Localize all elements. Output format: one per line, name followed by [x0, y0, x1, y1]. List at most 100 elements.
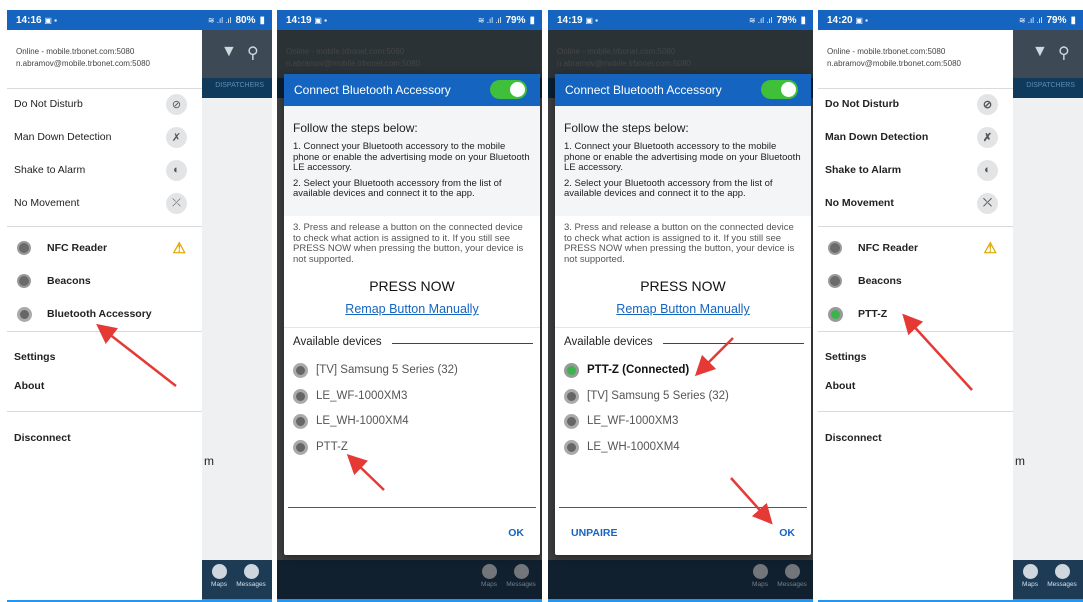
man-down-icon[interactable]: ✗ — [977, 126, 998, 148]
nav-maps[interactable]: Maps — [474, 564, 504, 588]
ok-button[interactable]: OK — [508, 527, 524, 539]
nav-messages[interactable]: Messages — [506, 564, 536, 588]
notification-icons: ▣ ▪ — [855, 15, 868, 25]
menu-about[interactable]: About — [7, 372, 202, 400]
divider — [7, 331, 202, 332]
warning-icon: ⚠ — [172, 240, 186, 257]
nav-maps[interactable]: Maps — [1015, 564, 1045, 588]
maps-icon — [752, 564, 768, 579]
notification-icons: ▣ ▪ — [44, 15, 57, 25]
tab-dispatchers[interactable]: DISPATCHERS — [1026, 82, 1075, 89]
ban-icon[interactable]: ⊘ — [166, 93, 187, 115]
toggle-no-movement[interactable]: No Movement ⤫ — [7, 189, 202, 217]
shake-phone-icon[interactable]: ◐ — [977, 159, 998, 181]
man-down-icon[interactable]: ✗ — [166, 126, 187, 148]
toggle-shake-to-alarm[interactable]: Shake to Alarm ◐ — [7, 156, 202, 184]
account-status: Online - mobile.trbonet.com:5080 — [286, 47, 405, 56]
instructions: Follow the steps below: 1. Connect your … — [284, 106, 540, 216]
toggle-no-movement[interactable]: No Movement ⤫ — [818, 189, 1013, 217]
toggle-do-not-disturb[interactable]: Do Not Disturb ⊘ — [7, 90, 202, 118]
search-icon[interactable]: ⚲ — [247, 43, 259, 63]
instructions: Follow the steps below: 1. Connect your … — [555, 106, 811, 216]
bluetooth-device-icon — [564, 413, 579, 429]
divider — [7, 411, 202, 412]
bluetooth-device-icon — [564, 439, 579, 455]
divider — [7, 226, 202, 227]
status-bar: 14:19 ▣ ▪ ≋ .ıl .ıl 79% ▮ — [548, 10, 813, 30]
signal-icon: ≋ .ıl .ıl — [207, 15, 232, 25]
device-item[interactable]: LE_WH-1000XM4 — [293, 411, 533, 431]
drawer-item-label: PTT-Z — [858, 308, 888, 320]
device-item[interactable]: LE_WH-1000XM4 — [564, 437, 804, 457]
device-item-ptt-z[interactable]: PTT-Z — [293, 437, 533, 457]
unpaire-button[interactable]: UNPAIRE — [571, 527, 617, 539]
connect-bluetooth-dialog: Connect Bluetooth Accessory Follow the s… — [555, 74, 811, 555]
toggle-label: Shake to Alarm — [825, 164, 902, 176]
remap-button-link[interactable]: Remap Button Manually — [284, 302, 540, 316]
drawer-item-nfc-reader[interactable]: NFC Reader ⚠ — [7, 234, 202, 262]
device-item-ptt-z-connected[interactable]: PTT-Z (Connected) — [564, 360, 804, 380]
device-item[interactable]: LE_WF-1000XM3 — [293, 386, 533, 406]
account-user: n.abramov@mobile.trbonet.com:5080 — [827, 59, 961, 68]
ban-icon[interactable]: ⊘ — [977, 93, 998, 115]
drawer-item-nfc-reader[interactable]: NFC Reader ⚠ — [818, 234, 1013, 262]
status-bar: 14:16 ▣ ▪ ≋ .ıl .ıl 80% ▮ — [7, 10, 272, 30]
drawer-item-label: NFC Reader — [858, 242, 919, 254]
toggle-man-down[interactable]: Man Down Detection ✗ — [7, 123, 202, 151]
filter-icon[interactable]: ▼ — [1032, 43, 1048, 61]
step-1: 1. Connect your Bluetooth accessory to t… — [564, 141, 801, 173]
drawer-item-ptt-z[interactable]: PTT-Z — [818, 300, 1013, 328]
menu-label: Settings — [14, 351, 56, 363]
filter-icon[interactable]: ▼ — [221, 43, 237, 61]
bluetooth-device-icon — [293, 439, 308, 455]
drawer-item-beacons[interactable]: Beacons — [7, 267, 202, 295]
device-item[interactable]: [TV] Samsung 5 Series (32) — [564, 386, 804, 406]
device-item[interactable]: [TV] Samsung 5 Series (32) — [293, 360, 533, 380]
maps-icon — [481, 564, 497, 579]
phone-screen-2: 14:19 ▣ ▪ ≋ .ıl .ıl 79% ▮ Online - mobile.… — [277, 10, 542, 602]
toggle-man-down[interactable]: Man Down Detection ✗ — [818, 123, 1013, 151]
menu-about[interactable]: About — [818, 372, 1013, 400]
bluetooth-toggle[interactable] — [761, 80, 798, 99]
menu-settings[interactable]: Settings — [818, 343, 1013, 371]
no-movement-icon[interactable]: ⤫ — [166, 192, 187, 214]
nav-messages[interactable]: Messages — [777, 564, 807, 588]
menu-disconnect[interactable]: Disconnect — [7, 424, 202, 452]
no-movement-icon[interactable]: ⤫ — [977, 192, 998, 214]
drawer-item-bluetooth-accessory[interactable]: Bluetooth Accessory — [7, 300, 202, 328]
divider — [7, 88, 202, 89]
nav-maps[interactable]: Maps — [745, 564, 775, 588]
bluetooth-device-icon — [293, 362, 308, 378]
status-time: 14:20 — [827, 14, 853, 26]
device-name: LE_WH-1000XM4 — [316, 415, 409, 427]
menu-disconnect[interactable]: Disconnect — [818, 424, 1013, 452]
toggle-shake-to-alarm[interactable]: Shake to Alarm ◐ — [818, 156, 1013, 184]
nfc-icon — [14, 238, 34, 258]
ok-button[interactable]: OK — [779, 527, 795, 539]
search-icon[interactable]: ⚲ — [1058, 43, 1070, 63]
toggle-do-not-disturb[interactable]: Do Not Disturb ⊘ — [818, 90, 1013, 118]
device-name: PTT-Z — [316, 441, 348, 453]
tab-dispatchers[interactable]: DISPATCHERS — [215, 82, 264, 89]
status-time: 14:19 — [286, 14, 312, 26]
device-item[interactable]: LE_WF-1000XM3 — [564, 411, 804, 431]
device-name: LE_WH-1000XM4 — [587, 441, 680, 453]
nav-messages[interactable]: Messages — [1047, 564, 1077, 588]
device-name: PTT-Z (Connected) — [587, 364, 690, 376]
account-info: Online - mobile.trbonet.com:5080 n.abram… — [827, 46, 961, 70]
drawer-item-beacons[interactable]: Beacons — [818, 267, 1013, 295]
shake-phone-icon[interactable]: ◐ — [166, 159, 187, 181]
remap-button-link[interactable]: Remap Button Manually — [555, 302, 811, 316]
notification-icons: ▣ ▪ — [585, 15, 598, 25]
background-text-fragment: m — [204, 454, 214, 468]
battery-icon: ▮ — [800, 14, 806, 26]
nav-maps-label: Maps — [1022, 581, 1038, 588]
notification-icons: ▣ ▪ — [314, 15, 327, 25]
bluetooth-toggle[interactable] — [490, 80, 527, 99]
menu-settings[interactable]: Settings — [7, 343, 202, 371]
nav-messages[interactable]: Messages — [236, 564, 266, 588]
nav-maps[interactable]: Maps — [204, 564, 234, 588]
signal-icon: ≋ .ıl .ıl — [477, 15, 502, 25]
drawer-item-label: Bluetooth Accessory — [47, 308, 152, 320]
battery-level: 79% — [1046, 14, 1067, 26]
